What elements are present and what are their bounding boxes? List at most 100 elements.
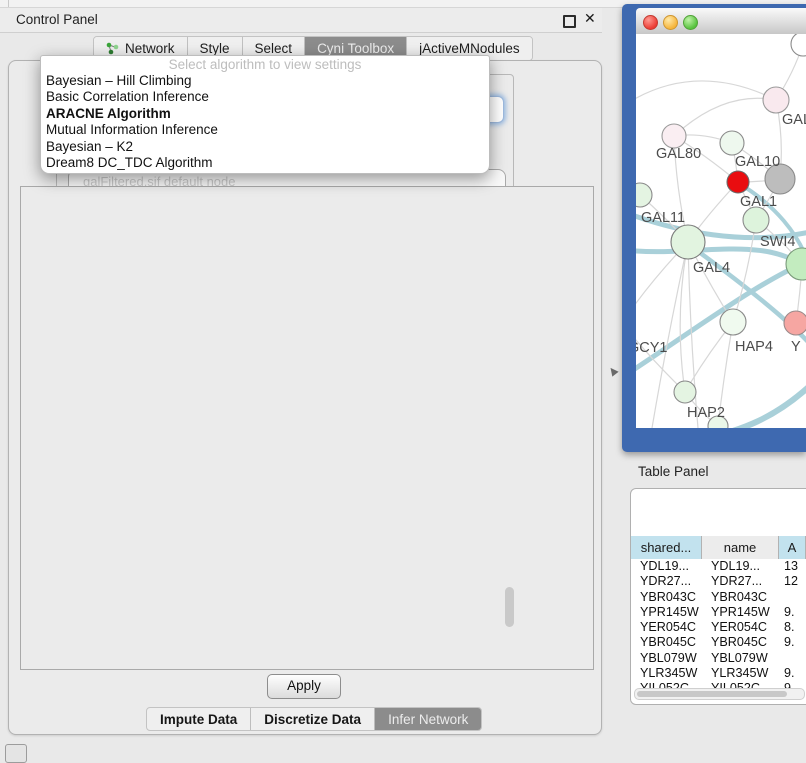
table-row[interactable]: YER054CYER054C8. <box>631 620 806 635</box>
algorithm-option[interactable]: Mutual Information Inference <box>41 122 489 138</box>
network-node-label: GAL <box>782 112 806 128</box>
divider <box>8 0 9 7</box>
network-node-label: GAL4 <box>693 260 730 276</box>
tab-label: Network <box>125 41 175 56</box>
algorithm-option[interactable]: ARACNE Algorithm <box>41 106 489 122</box>
network-tab-icon <box>106 42 119 55</box>
network-node-label: GAL11 <box>641 210 685 226</box>
table-row[interactable]: YDR27...YDR27...12 <box>631 574 806 589</box>
table-cell: 13 <box>779 559 806 574</box>
algorithm-option-list: Bayesian – Hill ClimbingBasic Correlatio… <box>41 73 489 171</box>
network-node-label: HAP4 <box>735 339 773 355</box>
tab-discretize-data[interactable]: Discretize Data <box>251 708 375 730</box>
table-body: YDL19...YDL19...13YDR27...YDR27...12YBR0… <box>631 559 806 689</box>
tab-label: jActiveMNodules <box>419 41 520 56</box>
table-row[interactable]: YPR145WYPR145W9. <box>631 605 806 620</box>
network-node[interactable] <box>674 381 696 403</box>
table-cell: YBR043C <box>702 590 779 605</box>
table-cell: YPR145W <box>631 605 702 620</box>
table-cell: 9. <box>779 666 806 681</box>
attributes-list-scrollbar[interactable] <box>505 587 514 627</box>
network-edge[interactable] <box>636 81 776 104</box>
network-node-label: GCY1 <box>636 340 668 356</box>
table-cell: YBR043C <box>631 590 702 605</box>
tab-label: Style <box>200 41 230 56</box>
network-edge[interactable] <box>674 98 776 136</box>
table-cell: YPR145W <box>702 605 779 620</box>
table-cell <box>779 651 806 666</box>
table-row[interactable]: YBL079WYBL079W <box>631 651 806 666</box>
table-cell: YER054C <box>702 620 779 635</box>
table-cell: 9. <box>779 635 806 650</box>
table-toolbar: ⚙ ✓ ✓ <box>630 498 806 532</box>
network-node[interactable] <box>784 311 806 335</box>
tab-infer-network[interactable]: Infer Network <box>375 708 481 730</box>
table-cell: YER054C <box>631 620 702 635</box>
algorithm-option[interactable]: Bayesian – K2 <box>41 139 489 155</box>
table-horizontal-scrollbar[interactable] <box>634 688 805 700</box>
network-node[interactable] <box>720 309 746 335</box>
network-canvas[interactable]: GAL GAL80 GAL10 GAL1 GAL11 SWI4 GAL4 GCY1 HAP4 Y H… <box>636 34 806 428</box>
table-cell: YBR045C <box>702 635 779 650</box>
network-node-label: SWI4 <box>760 234 795 250</box>
network-node[interactable] <box>727 171 749 193</box>
network-node[interactable] <box>743 207 769 233</box>
network-node-label: Y <box>791 339 801 355</box>
network-node-label: HAP2 <box>687 405 725 421</box>
table-cell: YLR345W <box>702 666 779 681</box>
float-window-icon[interactable] <box>563 15 576 28</box>
network-node[interactable] <box>786 248 806 280</box>
zoom-traffic-light[interactable] <box>683 15 698 30</box>
network-node[interactable] <box>662 124 686 148</box>
control-panel-titlebar: Control Panel ✕ <box>0 8 602 33</box>
bottom-tabbar: Impute Data Discretize Data Infer Networ… <box>146 707 482 731</box>
algorithm-dropdown-popup: Select algorithm to view settings Bayesi… <box>40 55 490 174</box>
tab-impute-data[interactable]: Impute Data <box>147 708 251 730</box>
apply-button[interactable]: Apply <box>267 674 341 699</box>
dropdown-placeholder: Select algorithm to view settings <box>41 56 489 73</box>
network-window-titlebar[interactable] <box>636 8 806 35</box>
table-panel-title: Table Panel <box>638 464 709 479</box>
close-icon[interactable]: ✕ <box>584 10 596 27</box>
table-row[interactable]: YLR345WYLR345W9. <box>631 666 806 681</box>
table-cell <box>779 590 806 605</box>
application-window: Control Panel ✕ Network Style Select Cyn… <box>0 0 806 762</box>
network-node-label: GAL80 <box>656 146 701 162</box>
algorithm-option[interactable]: Dream8 DC_TDC Algorithm <box>41 155 489 171</box>
column-header-partial[interactable]: A <box>779 536 806 559</box>
table-cell: 9. <box>779 605 806 620</box>
table-cell: YDL19... <box>631 559 702 574</box>
column-header-name[interactable]: name <box>702 536 779 559</box>
table-cell: YDR27... <box>702 574 779 589</box>
table-cell: YBL079W <box>702 651 779 666</box>
table-row[interactable]: YBR045CYBR045C9. <box>631 635 806 650</box>
table-row[interactable]: YBR043CYBR043C <box>631 590 806 605</box>
network-node[interactable] <box>791 34 806 56</box>
network-node[interactable] <box>720 131 744 155</box>
algorithm-option[interactable]: Bayesian – Hill Climbing <box>41 73 489 89</box>
tab-label: Select <box>255 41 293 56</box>
table-cell: YBL079W <box>631 651 702 666</box>
table-cell: YDL19... <box>702 559 779 574</box>
tab-label: Cyni Toolbox <box>317 41 394 56</box>
table-cell: YBR045C <box>631 635 702 650</box>
table-row[interactable]: YDL19...YDL19...13 <box>631 559 806 574</box>
network-node[interactable] <box>763 87 789 113</box>
network-node-label: GAL1 <box>740 194 777 210</box>
column-header-shared-name[interactable]: shared... <box>631 536 702 559</box>
table-cell: YDR27... <box>631 574 702 589</box>
table-header-row: shared... name A <box>631 536 806 560</box>
table-cell: 12 <box>779 574 806 589</box>
network-edge[interactable] <box>680 242 688 392</box>
network-node-label: GAL10 <box>735 154 780 170</box>
table-cell: 8. <box>779 620 806 635</box>
control-panel-title: Control Panel <box>16 12 98 27</box>
close-traffic-light[interactable] <box>643 15 658 30</box>
scrollbar-thumb[interactable] <box>637 691 787 697</box>
network-node[interactable] <box>671 225 705 259</box>
collapsed-panel-button[interactable] <box>5 744 27 763</box>
table-cell: YLR345W <box>631 666 702 681</box>
minimize-traffic-light[interactable] <box>663 15 678 30</box>
mouse-cursor <box>607 365 618 376</box>
algorithm-option[interactable]: Basic Correlation Inference <box>41 89 489 105</box>
